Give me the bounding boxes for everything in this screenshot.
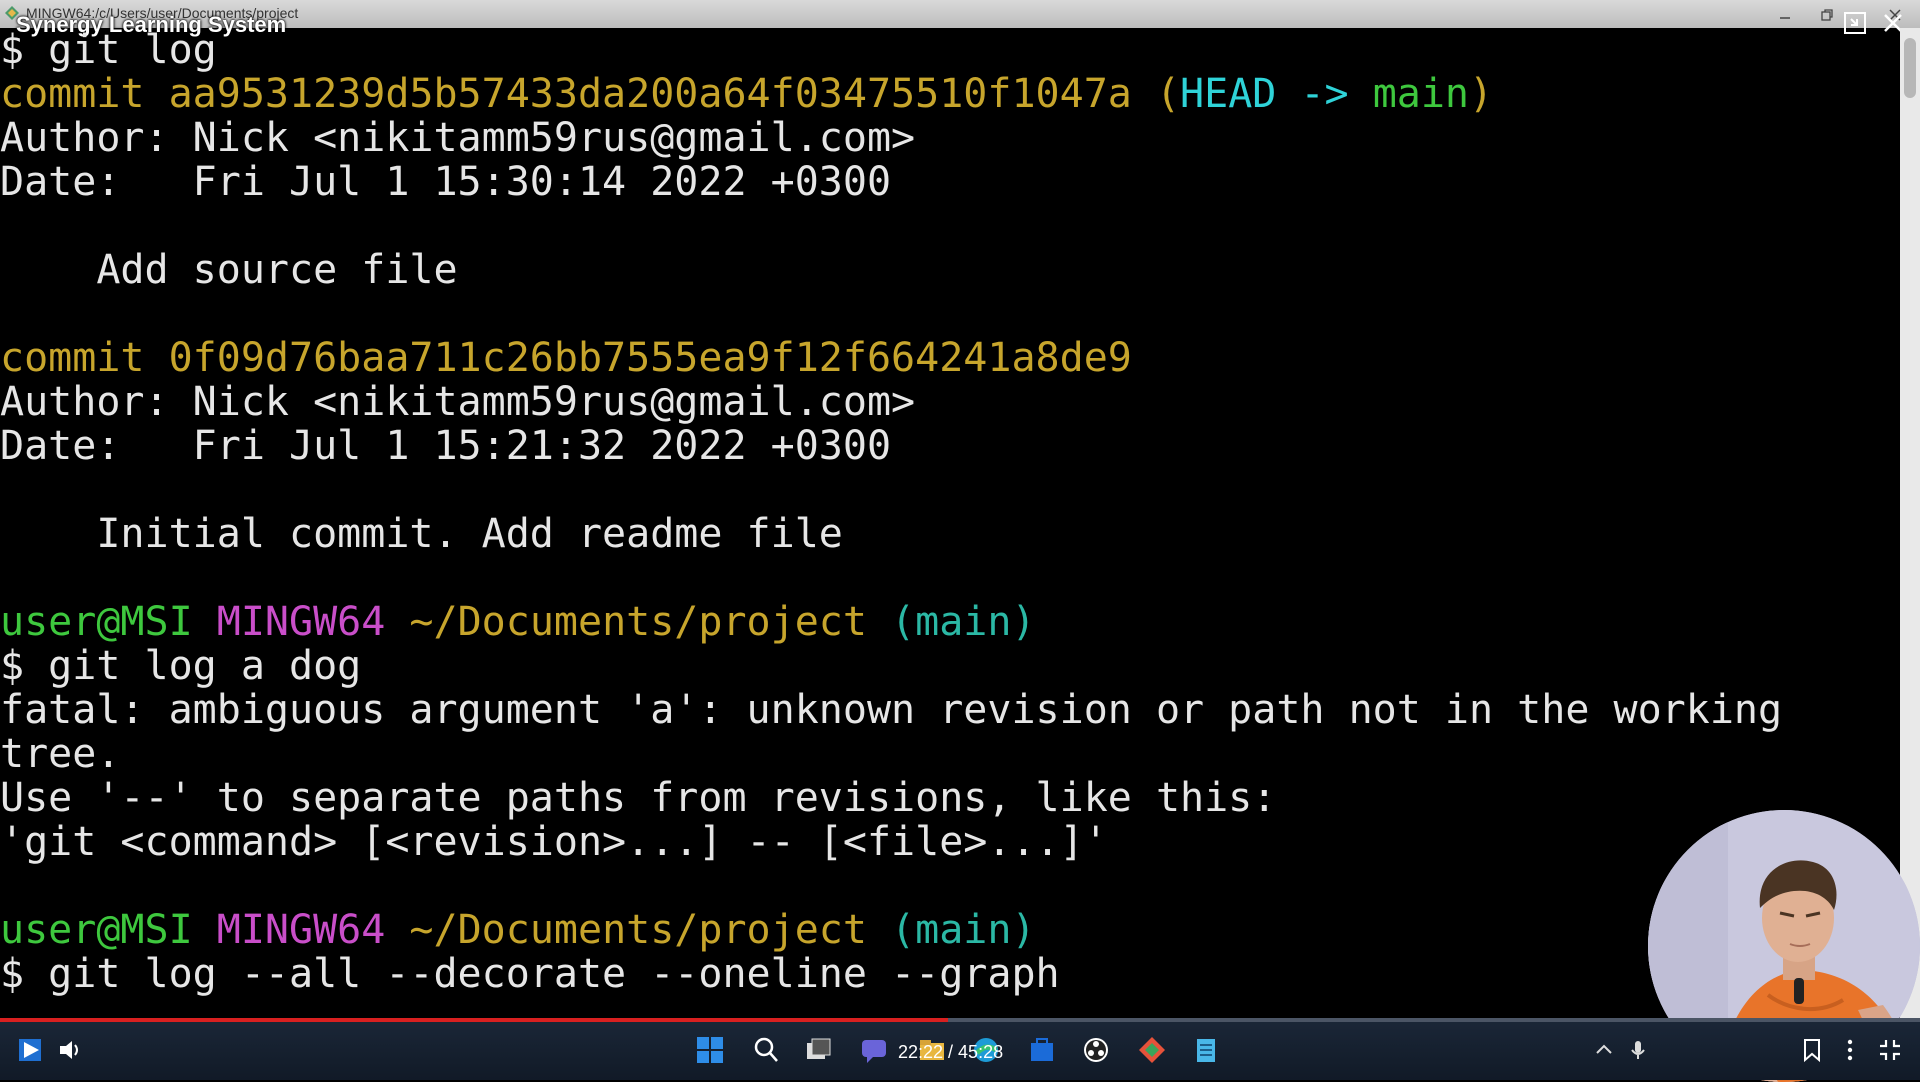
video-timecode: 22:22 / 45:28 bbox=[898, 1042, 1004, 1062]
terminal-line: 'git <command> [<revision>...] -- [<file… bbox=[0, 820, 1900, 864]
terminal-text-segment: ~/Documents/project bbox=[409, 599, 892, 645]
terminal-line: commit 0f09d76baa711c26bb7555ea9f12f6642… bbox=[0, 336, 1900, 380]
terminal-text-segment: main bbox=[1372, 71, 1470, 117]
terminal-line: Use '--' to separate paths from revision… bbox=[0, 776, 1900, 820]
terminal-text-segment: Author: Nick <nikitamm59rus@gmail.com> bbox=[0, 115, 916, 161]
terminal-text-segment: commit aa9531239d5b57433da200a64f0347551… bbox=[0, 71, 1156, 117]
minimize-button[interactable] bbox=[1770, 2, 1800, 28]
terminal-text-segment: ) bbox=[1469, 71, 1494, 117]
restore-button[interactable] bbox=[1812, 2, 1842, 28]
more-icon bbox=[1847, 1039, 1853, 1061]
terminal-text-segment: (main) bbox=[891, 907, 1036, 953]
exit-fullscreen-icon bbox=[1880, 1040, 1900, 1060]
mic-button[interactable] bbox=[1620, 1032, 1656, 1068]
notepad-icon bbox=[1197, 1039, 1215, 1062]
terminal-line: $ git log bbox=[0, 28, 1900, 72]
volume-icon bbox=[60, 1041, 78, 1059]
terminal-text-segment: Date: Fri Jul 1 15:21:32 2022 +0300 bbox=[0, 423, 892, 469]
terminal-text-segment: $ git log --all --decorate --oneline --g… bbox=[0, 951, 1060, 997]
git-bash-button[interactable] bbox=[1134, 1032, 1170, 1068]
terminal-text-segment: MINGW64 bbox=[216, 907, 410, 953]
terminal-text-segment: Use '--' to separate paths from revision… bbox=[0, 775, 1277, 821]
exit-fullscreen-button[interactable] bbox=[1872, 1032, 1908, 1068]
terminal-text-segment: 'git <command> [<revision>...] -- [<file… bbox=[0, 819, 1108, 865]
terminal-text-segment: Date: Fri Jul 1 15:30:14 2022 +0300 bbox=[0, 159, 892, 205]
taskbar-search-button[interactable] bbox=[748, 1032, 784, 1068]
more-options-button[interactable] bbox=[1832, 1032, 1868, 1068]
terminal-text-segment: HEAD -> bbox=[1180, 71, 1373, 117]
terminal-line: Author: Nick <nikitamm59rus@gmail.com> bbox=[0, 116, 1900, 160]
volume-button[interactable] bbox=[52, 1032, 88, 1068]
terminal-line: Author: Nick <nikitamm59rus@gmail.com> bbox=[0, 380, 1900, 424]
terminal-scrollbar[interactable] bbox=[1900, 28, 1920, 1018]
terminal-output[interactable]: $ git log commit aa9531239d5b57433da200a6… bbox=[0, 28, 1900, 1018]
task-view-icon bbox=[807, 1038, 831, 1059]
video-progress-fill[interactable] bbox=[0, 1018, 949, 1022]
terminal-line: $ git log --all --decorate --oneline --g… bbox=[0, 952, 1900, 996]
terminal-text-segment: ( bbox=[1155, 71, 1181, 117]
terminal-text-segment: user@MSI bbox=[0, 599, 217, 645]
git-icon bbox=[1139, 1037, 1165, 1063]
tray-overflow-button[interactable] bbox=[1586, 1032, 1622, 1068]
window-titlebar[interactable]: MINGW64:/c/Users/user/Documents/project bbox=[0, 0, 1920, 28]
obs-icon bbox=[1084, 1038, 1108, 1062]
play-icon bbox=[19, 1039, 41, 1061]
terminal-text-segment: commit 0f09d76baa711c26bb7555ea9f12f6642… bbox=[0, 335, 1132, 381]
terminal-text-segment: fatal: ambiguous argument 'a': unknown r… bbox=[0, 687, 1783, 733]
store-button[interactable] bbox=[1024, 1032, 1060, 1068]
terminal-text-segment: tree. bbox=[0, 731, 121, 777]
windows-start-icon bbox=[697, 1037, 723, 1063]
terminal-line: Date: Fri Jul 1 15:30:14 2022 +0300 bbox=[0, 160, 1900, 204]
terminal-line: user@MSI MINGW64 ~/Documents/project (ma… bbox=[0, 908, 1900, 952]
terminal-line: tree. bbox=[0, 732, 1900, 776]
terminal-line: commit aa9531239d5b57433da200a64f0347551… bbox=[0, 72, 1900, 116]
notepad-button[interactable] bbox=[1188, 1032, 1224, 1068]
terminal-line: user@MSI MINGW64 ~/Documents/project (ma… bbox=[0, 600, 1900, 644]
obs-button[interactable] bbox=[1078, 1032, 1114, 1068]
terminal-line: fatal: ambiguous argument 'a': unknown r… bbox=[0, 688, 1900, 732]
restore-icon bbox=[1821, 9, 1833, 21]
bookmark-icon bbox=[1804, 1039, 1820, 1063]
terminal-text-segment: ~/Documents/project bbox=[409, 907, 892, 953]
terminal-line: $ git log a dog bbox=[0, 644, 1900, 688]
tray-chevron-icon bbox=[1596, 1044, 1612, 1054]
terminal-line: Add source file bbox=[0, 248, 1900, 292]
bookmark-button[interactable] bbox=[1794, 1032, 1830, 1068]
terminal-text-segment: $ git log a dog bbox=[0, 643, 362, 689]
store-icon bbox=[1031, 1038, 1053, 1061]
terminal-line: Date: Fri Jul 1 15:21:32 2022 +0300 bbox=[0, 424, 1900, 468]
terminal-text-segment: MINGW64 bbox=[216, 599, 410, 645]
terminal-text-segment: $ git log bbox=[0, 28, 217, 73]
terminal-text-segment: (main) bbox=[891, 599, 1036, 645]
scrollbar-thumb[interactable] bbox=[1904, 38, 1916, 98]
terminal-text-segment: Author: Nick <nikitamm59rus@gmail.com> bbox=[0, 379, 916, 425]
task-view-button[interactable] bbox=[800, 1032, 836, 1068]
search-icon bbox=[754, 1037, 778, 1062]
windows-start-button[interactable] bbox=[692, 1032, 728, 1068]
minimize-icon bbox=[1780, 17, 1790, 19]
mic-icon bbox=[1631, 1041, 1645, 1059]
chat-icon bbox=[862, 1040, 886, 1063]
terminal-text-segment: user@MSI bbox=[0, 907, 217, 953]
terminal-text-segment: Add source file bbox=[0, 247, 458, 293]
terminal-line: Initial commit. Add readme file bbox=[0, 512, 1900, 556]
terminal-text-segment: Initial commit. Add readme file bbox=[0, 511, 843, 557]
play-button[interactable] bbox=[12, 1032, 48, 1068]
chat-button[interactable] bbox=[856, 1032, 892, 1068]
